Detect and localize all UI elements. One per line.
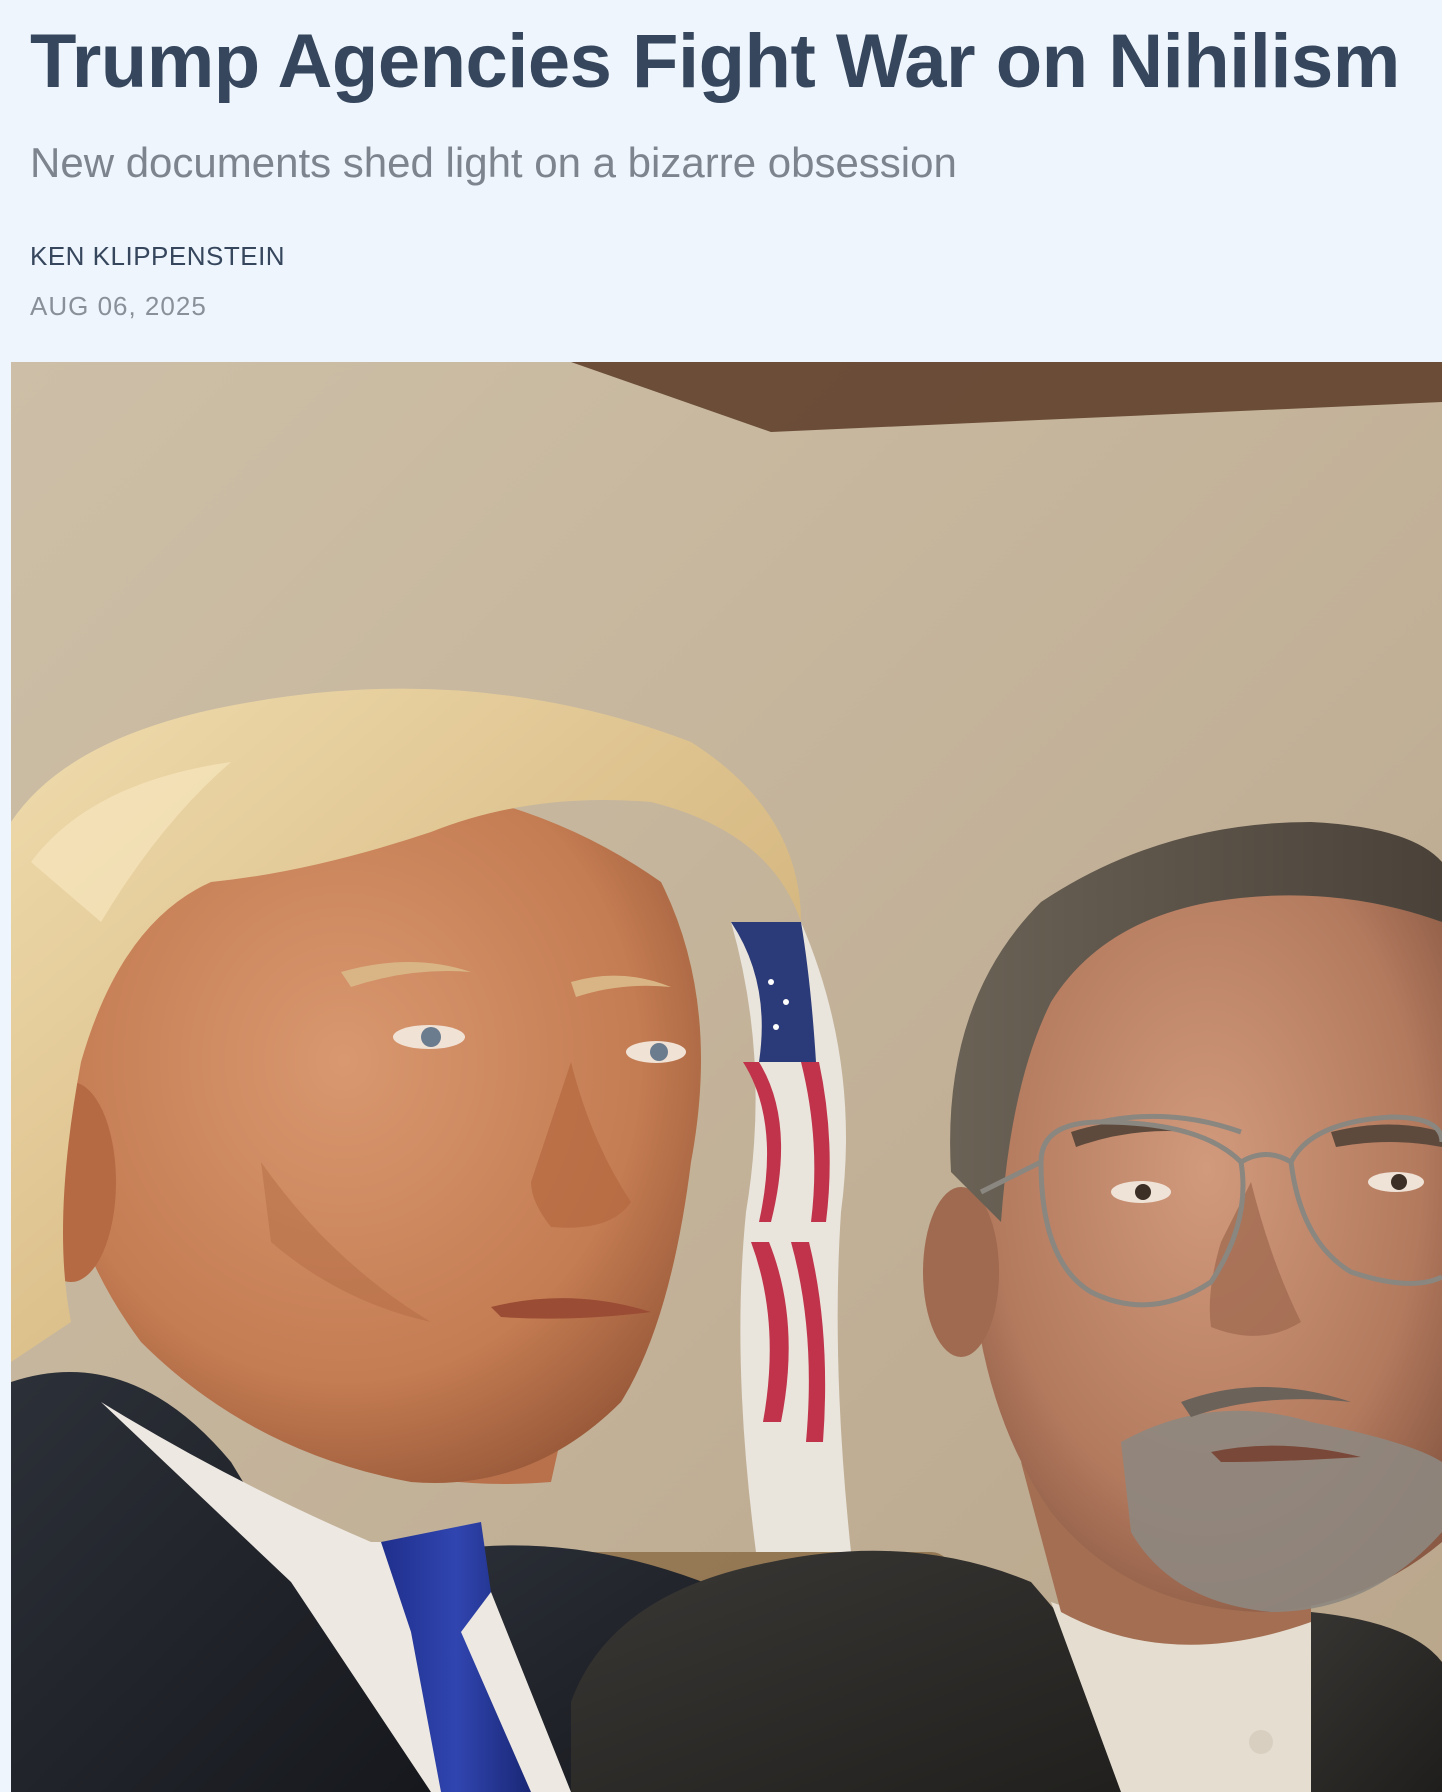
article-header: Trump Agencies Fight War on Nihilism New… (0, 0, 1442, 362)
publish-date: AUG 06, 2025 (30, 291, 207, 321)
hero-illustration (11, 362, 1442, 1792)
article-subtitle: New documents shed light on a bizarre ob… (30, 139, 957, 186)
hero-image (11, 362, 1442, 1792)
author-name[interactable]: KEN KLIPPENSTEIN (30, 240, 285, 272)
article-title: Trump Agencies Fight War on Nihilism (30, 19, 1400, 104)
